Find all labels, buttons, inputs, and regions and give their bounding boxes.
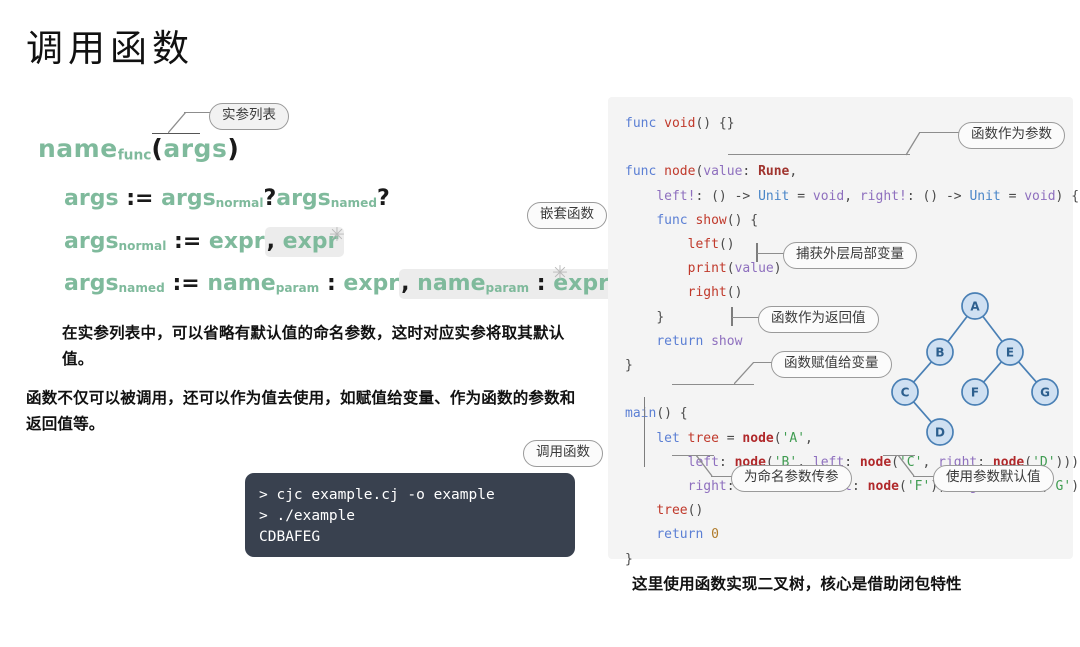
syntax-l1-q1: ? <box>263 186 277 211</box>
syntax-l2-star: ✳ <box>329 224 345 246</box>
func-as-param-leader-horizontal <box>919 132 959 133</box>
binary-tree-diagram: A B E C F G D <box>885 292 1075 467</box>
tree-edge <box>912 361 933 383</box>
svg-text:B: B <box>935 346 944 360</box>
syntax-l3-name1: name <box>207 271 276 296</box>
syntax-header-name-sub: func <box>117 147 152 164</box>
tree-node-g: G <box>1031 378 1059 406</box>
callout-capture-outer-variable: 捕获外层局部变量 <box>783 242 917 269</box>
arg-list-leader-diagonal <box>167 111 190 134</box>
syntax-l3-star: ✳ <box>552 262 568 284</box>
syntax-l2-lhs-sub: normal <box>118 239 167 254</box>
terminal-line-result: CDBAFEG <box>259 529 321 545</box>
terminal-output-block: > cjc example.cj -o example > ./example … <box>245 473 575 557</box>
syntax-l2-comma: , <box>266 229 275 254</box>
syntax-l3-comma: , <box>401 271 410 296</box>
tree-edge <box>982 315 1003 343</box>
callout-nested-function: 嵌套函数 <box>527 202 607 229</box>
use-default-leader-horizontal <box>913 476 935 477</box>
tree-edge <box>947 315 968 343</box>
callout-func-as-param: 函数作为参数 <box>958 122 1065 149</box>
tree-node-e: E <box>996 338 1024 366</box>
syntax-l2-expr1: expr <box>208 229 265 254</box>
func-assign-var-leader-diagonal <box>733 361 758 385</box>
syntax-rule-args: args := argsnormal?argsnamed? <box>64 186 390 211</box>
caption-after: 特性 <box>930 575 962 593</box>
syntax-l1-b-sub: named <box>330 196 378 211</box>
main-block-brace <box>644 397 645 467</box>
svg-text:C: C <box>901 386 910 400</box>
syntax-rule-args-named: argsnamed := nameparam : expr, nameparam… <box>64 269 615 299</box>
syntax-l1-a: args <box>161 186 216 211</box>
svg-text:D: D <box>935 426 945 440</box>
syntax-l2-op: := <box>174 229 202 254</box>
paragraph-default-values: 在实参列表中，可以省略有默认值的命名参数，这时对应实参将取其默认值。 <box>62 324 565 368</box>
svg-text:E: E <box>1006 346 1014 360</box>
svg-text:A: A <box>970 300 980 314</box>
syntax-l1-b: args <box>276 186 331 211</box>
syntax-l3-name2-sub: param <box>485 281 530 296</box>
syntax-l1-a-sub: normal <box>215 196 264 211</box>
func-as-param-underline <box>728 154 910 155</box>
syntax-l3-colon1: : <box>326 271 336 296</box>
tree-node-a: A <box>961 292 989 320</box>
tree-node-c: C <box>891 378 919 406</box>
func-as-param-leader-diagonal <box>896 131 921 156</box>
syntax-header-close-paren: ) <box>227 134 240 163</box>
svg-text:F: F <box>971 386 979 400</box>
named-arg-leader-horizontal <box>711 476 733 477</box>
tree-node-f: F <box>961 378 989 406</box>
syntax-l3-name1-sub: param <box>275 281 320 296</box>
syntax-l1-lhs: args <box>64 186 119 211</box>
tree-edge <box>912 401 933 423</box>
syntax-l2-lhs: args <box>64 229 119 254</box>
syntax-l3-name2: name <box>417 271 486 296</box>
caption-closure: 这里使用函数实现二叉树，核心是借助闭包特性 <box>632 572 962 594</box>
page-title: 调用函数 <box>26 27 194 70</box>
syntax-header-name: name <box>38 134 118 163</box>
syntax-l3-lhs: args <box>64 271 119 296</box>
callout-named-arg-pass: 为命名参数传参 <box>731 465 852 492</box>
syntax-header-open-paren: ( <box>151 134 164 163</box>
callout-arg-list: 实参列表 <box>209 103 289 130</box>
terminal-line-run: > ./example <box>259 508 356 524</box>
svg-text:G: G <box>1040 386 1050 400</box>
func-as-return-leader <box>732 317 759 318</box>
terminal-line-compile: > cjc example.cj -o example <box>259 487 495 503</box>
callout-use-default-value: 使用参数默认值 <box>933 465 1054 492</box>
syntax-l1-op: := <box>126 186 154 211</box>
capture-outer-leader <box>757 253 784 254</box>
syntax-l1-q2: ? <box>377 186 390 211</box>
tree-node-b: B <box>926 338 954 366</box>
callout-call-function: 调用函数 <box>523 440 603 467</box>
syntax-header-args: args <box>163 134 228 163</box>
tree-edge <box>982 361 1003 383</box>
tree-node-d: D <box>926 418 954 446</box>
caption-before: 这里使用函数实现二叉树，核心是借助 <box>632 575 899 593</box>
tree-edge <box>1017 361 1038 383</box>
paragraph-functions-as-values: 函数不仅可以被调用，还可以作为值去使用，如赋值给变量、作为函数的参数和返回值等。 <box>26 389 576 433</box>
syntax-l3-op: := <box>172 271 200 296</box>
syntax-l3-colon2: : <box>536 271 546 296</box>
caption-bold-closure: 闭包 <box>898 575 931 593</box>
func-assign-var-leader-horizontal <box>753 362 773 363</box>
syntax-rule-args-normal: argsnormal := expr, expr <box>64 227 345 257</box>
syntax-l3-lhs-sub: named <box>118 281 165 296</box>
syntax-l3-expr1: expr <box>343 271 400 296</box>
callout-func-assign-variable: 函数赋值给变量 <box>771 351 892 378</box>
syntax-header: namefunc(args) <box>38 134 239 163</box>
named-arg-leader-diagonal <box>695 454 718 477</box>
callout-func-as-return: 函数作为返回值 <box>758 306 879 333</box>
